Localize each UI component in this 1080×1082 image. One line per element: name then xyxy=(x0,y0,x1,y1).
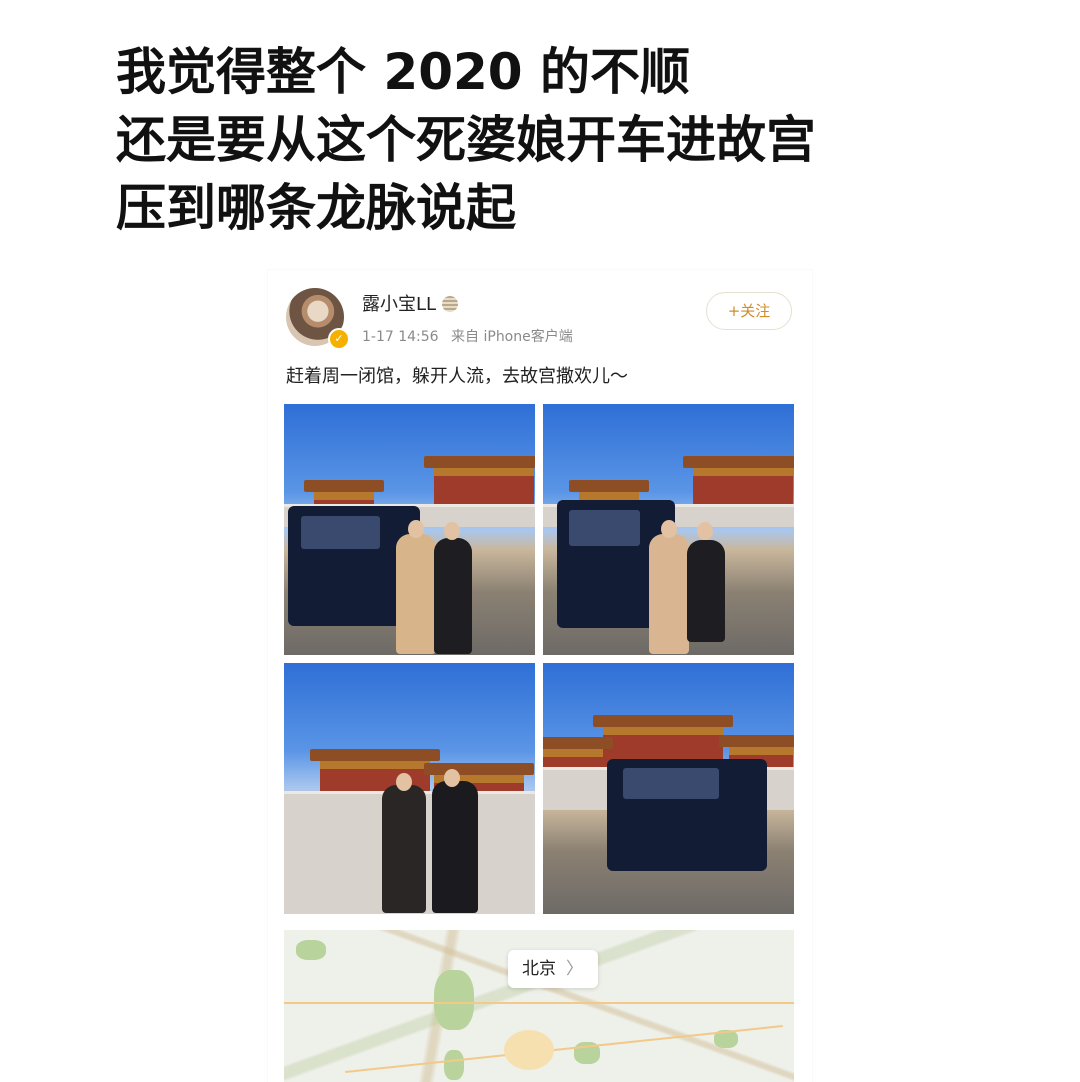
location-map[interactable]: 北京〉 xyxy=(284,930,794,1082)
username-text[interactable]: 露小宝LL xyxy=(362,294,436,315)
verified-badge-icon: ✓ xyxy=(328,328,350,350)
caption-line-3: 压到哪条龙脉说起 xyxy=(116,179,516,237)
map-city-area xyxy=(504,1030,554,1070)
meme-caption: 我觉得整个 2020 的不顺 还是要从这个死婆娘开车进故宫 压到哪条龙脉说起 xyxy=(116,38,1016,242)
caption-line-2: 还是要从这个死婆娘开车进故宫 xyxy=(116,111,816,169)
map-location-text: 北京 xyxy=(522,959,556,979)
photo-2[interactable] xyxy=(543,404,794,655)
photo-grid xyxy=(284,404,794,914)
chevron-right-icon: 〉 xyxy=(566,959,583,979)
caption-line-1: 我觉得整个 2020 的不顺 xyxy=(116,43,690,101)
map-location-label[interactable]: 北京〉 xyxy=(508,950,598,988)
photo-4[interactable] xyxy=(543,663,794,914)
weibo-post: ✓ 露小宝LL 1-17 14:56 来自 iPhone客户端 +关注 赶着周一… xyxy=(268,270,812,1082)
post-meta: 1-17 14:56 来自 iPhone客户端 xyxy=(362,326,573,346)
photo-1[interactable] xyxy=(284,404,535,655)
username[interactable]: 露小宝LL xyxy=(362,290,459,316)
follow-button[interactable]: +关注 xyxy=(706,292,792,330)
post-timestamp: 1-17 14:56 xyxy=(362,329,439,345)
post-text: 赶着周一闭馆，躲开人流，去故宫撒欢儿～ xyxy=(286,366,628,387)
photo-3[interactable] xyxy=(284,663,535,914)
post-source: 来自 iPhone客户端 xyxy=(451,329,573,345)
member-badge-icon xyxy=(442,296,459,312)
